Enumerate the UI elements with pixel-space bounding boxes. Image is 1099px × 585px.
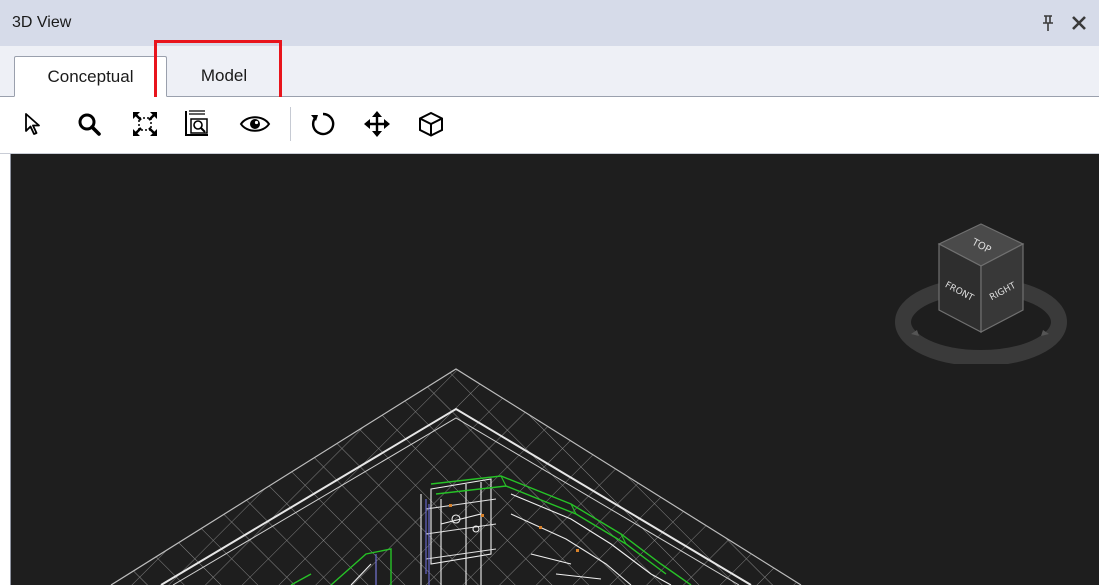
close-icon[interactable] [1070,14,1088,32]
panel-title-bar: 3D View [0,0,1099,47]
tab-conceptual[interactable]: Conceptual [14,56,167,97]
view-cube[interactable]: TOP FRONT RIGHT [881,214,1081,364]
pan-arrows-icon [364,111,390,137]
eye-icon [239,116,271,132]
view-cube-tool-button[interactable] [414,107,448,141]
magnifier-icon [78,113,101,136]
pan-tool-button[interactable] [360,107,394,141]
orbit-tool-button[interactable] [306,107,340,141]
visibility-tool-button[interactable] [238,107,272,141]
orbit-icon [311,112,335,136]
zoom-extents-icon [133,112,157,136]
toolbar-separator [290,107,291,141]
zoom-window-tool-button[interactable] [180,107,214,141]
3d-view-panel: 3D View Conceptual Model TOP FRONT RIGHT [0,0,1099,585]
zoom-tool-button[interactable] [72,107,106,141]
select-tool-button[interactable] [16,107,50,141]
zoom-window-icon [185,110,208,136]
arrow-cursor-icon [25,113,40,135]
3d-viewport[interactable]: TOP FRONT RIGHT [10,154,1099,585]
view-tab-strip: Conceptual Model [0,46,1099,97]
zoom-extents-tool-button[interactable] [128,107,162,141]
cube-icon [419,111,443,137]
panel-title: 3D View [12,14,72,31]
pin-icon[interactable] [1040,14,1056,32]
view-toolbar [0,97,1099,154]
tab-model[interactable]: Model [172,56,276,96]
